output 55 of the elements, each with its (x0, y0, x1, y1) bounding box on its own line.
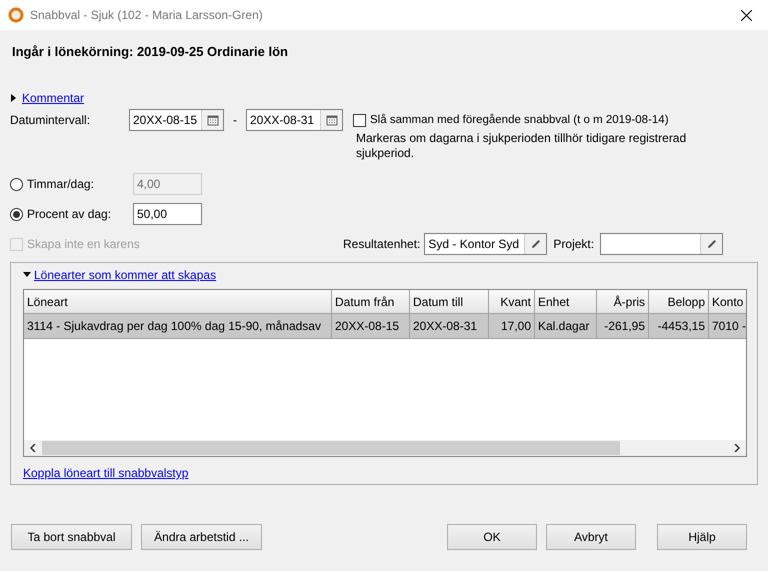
app-logo-icon (8, 7, 24, 23)
table-cell: 7010 - (709, 314, 746, 338)
amount-field[interactable]: 50,00 (133, 203, 202, 225)
horizontal-scrollbar[interactable] (24, 440, 746, 456)
dialog-button[interactable]: Ändra arbetstid ... (141, 524, 262, 550)
result-unit-field[interactable]: Syd - Kontor Syd (424, 233, 548, 255)
pencil-icon (530, 238, 542, 250)
expander-icon[interactable] (23, 271, 31, 279)
dialog-button[interactable]: Ta bort snabbval (11, 524, 132, 550)
scroll-left-icon[interactable] (30, 444, 36, 452)
table-cell: -261,95 (597, 314, 649, 338)
merge-checkbox[interactable] (353, 114, 366, 126)
column-header[interactable]: Å-pris (597, 290, 649, 313)
payroll-heading: Ingår i lönekörning: 2019-09-25 Ordinarie lön (12, 44, 289, 60)
link-salary-type-link[interactable]: Koppla löneart till snabbvalstyp (23, 466, 188, 480)
result-unit-label: Resultatenhet: (343, 237, 420, 251)
dialog-button[interactable]: Hjälp (657, 524, 747, 550)
scroll-right-icon[interactable] (734, 444, 740, 452)
amount-radio[interactable] (10, 178, 23, 190)
pencil-icon (706, 238, 718, 250)
comment-link[interactable]: Kommentar (22, 91, 84, 105)
dialog-button[interactable]: OK (447, 524, 537, 550)
column-header[interactable]: Kvant (489, 290, 535, 313)
column-header[interactable]: Konto (709, 290, 746, 313)
table-cell: 3114 - Sjukavdrag per dag 100% dag 15-90, månadsav (24, 314, 332, 338)
date-range-label: Datumintervall: (10, 113, 92, 127)
date-separator: - (233, 113, 237, 127)
calendar-icon (326, 114, 338, 126)
table-cell: -4453,15 (649, 314, 709, 338)
column-header[interactable]: Belopp (649, 290, 709, 313)
column-header[interactable]: Löneart (24, 290, 332, 313)
dialog-button[interactable]: Avbryt (546, 524, 636, 550)
project-label: Projekt: (553, 237, 594, 251)
from-date-field[interactable]: 20XX-08-15 (129, 109, 224, 131)
merge-hint: Markeras om dagarna i sjukperioden tillhör tidigare registrerad sjukperiod. (356, 131, 688, 161)
expander-icon[interactable] (10, 94, 18, 102)
to-date-field[interactable]: 20XX-08-31 (246, 109, 343, 131)
table-cell: 20XX-08-15 (332, 314, 410, 338)
column-header[interactable]: Datum från (332, 290, 410, 313)
amount-field[interactable]: 4,00 (133, 173, 202, 195)
close-icon[interactable] (741, 10, 752, 20)
table-row[interactable]: 3114 - Sjukavdrag per dag 100% dag 15-90, månadsav 20XX-08-15 20XX-08-31 17,00 Kal.dagar -261,95 -4453,15 7010 - (24, 314, 746, 339)
amount-label[interactable]: Procent av dag: (27, 207, 133, 221)
project-field[interactable] (600, 233, 724, 255)
table-cell: 20XX-08-31 (410, 314, 489, 338)
salary-types-link[interactable]: Lönearter som kommer att skapas (34, 268, 216, 282)
calendar-icon (206, 114, 218, 126)
amount-radio[interactable] (10, 208, 23, 220)
table-cell: Kal.dagar (535, 314, 597, 338)
column-header[interactable]: Datum till (410, 290, 489, 313)
amount-label[interactable]: Timmar/dag: (27, 177, 133, 191)
table-cell: 17,00 (489, 314, 535, 338)
merge-label[interactable]: Slå samman med föregående snabbval (t o m 2019-08-14) (370, 114, 669, 126)
window-title: Snabbval - Sjuk (102 - Maria Larsson-Gren) (30, 8, 264, 22)
column-header[interactable]: Enhet (535, 290, 597, 313)
